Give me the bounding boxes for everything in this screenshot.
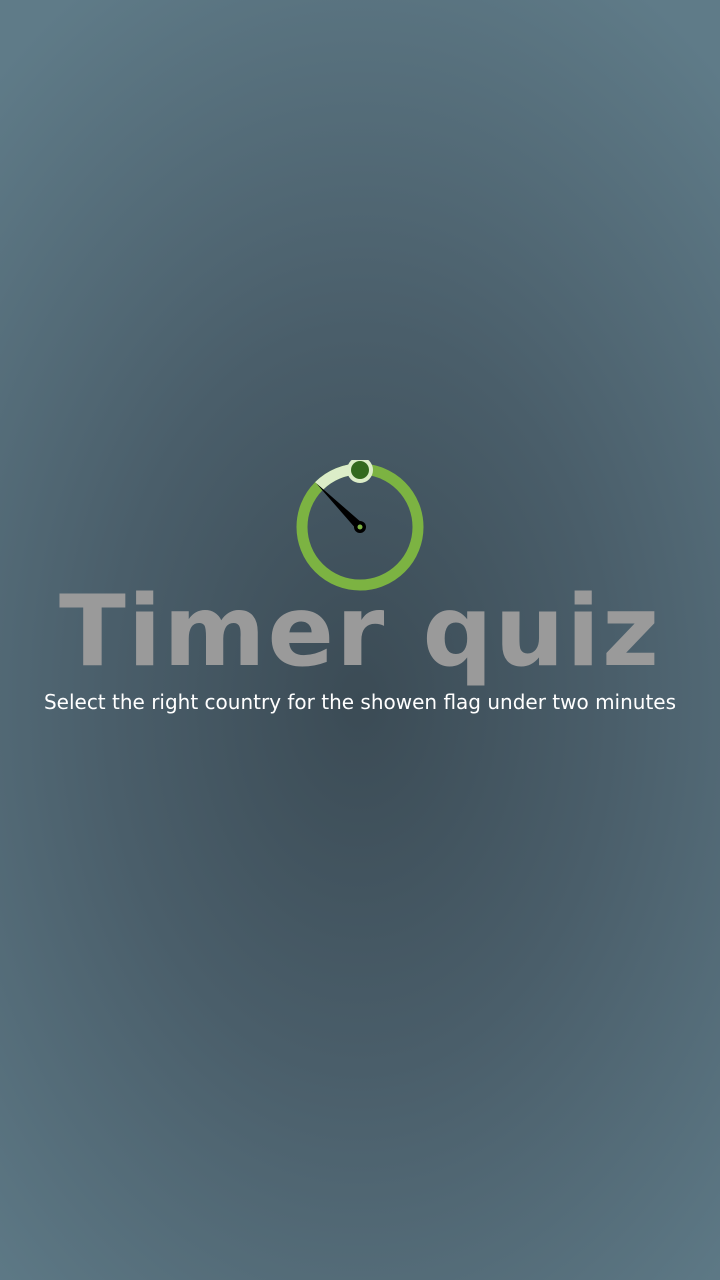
app-subtitle: Select the right country for the showen … bbox=[43, 690, 677, 714]
app-title: Timer quiz bbox=[58, 575, 662, 689]
timer-hand bbox=[316, 483, 362, 530]
timer-hand-dot bbox=[357, 524, 363, 530]
splash-screen: Timer quiz Select the right country for … bbox=[0, 0, 720, 1280]
timer-knob bbox=[351, 461, 369, 479]
